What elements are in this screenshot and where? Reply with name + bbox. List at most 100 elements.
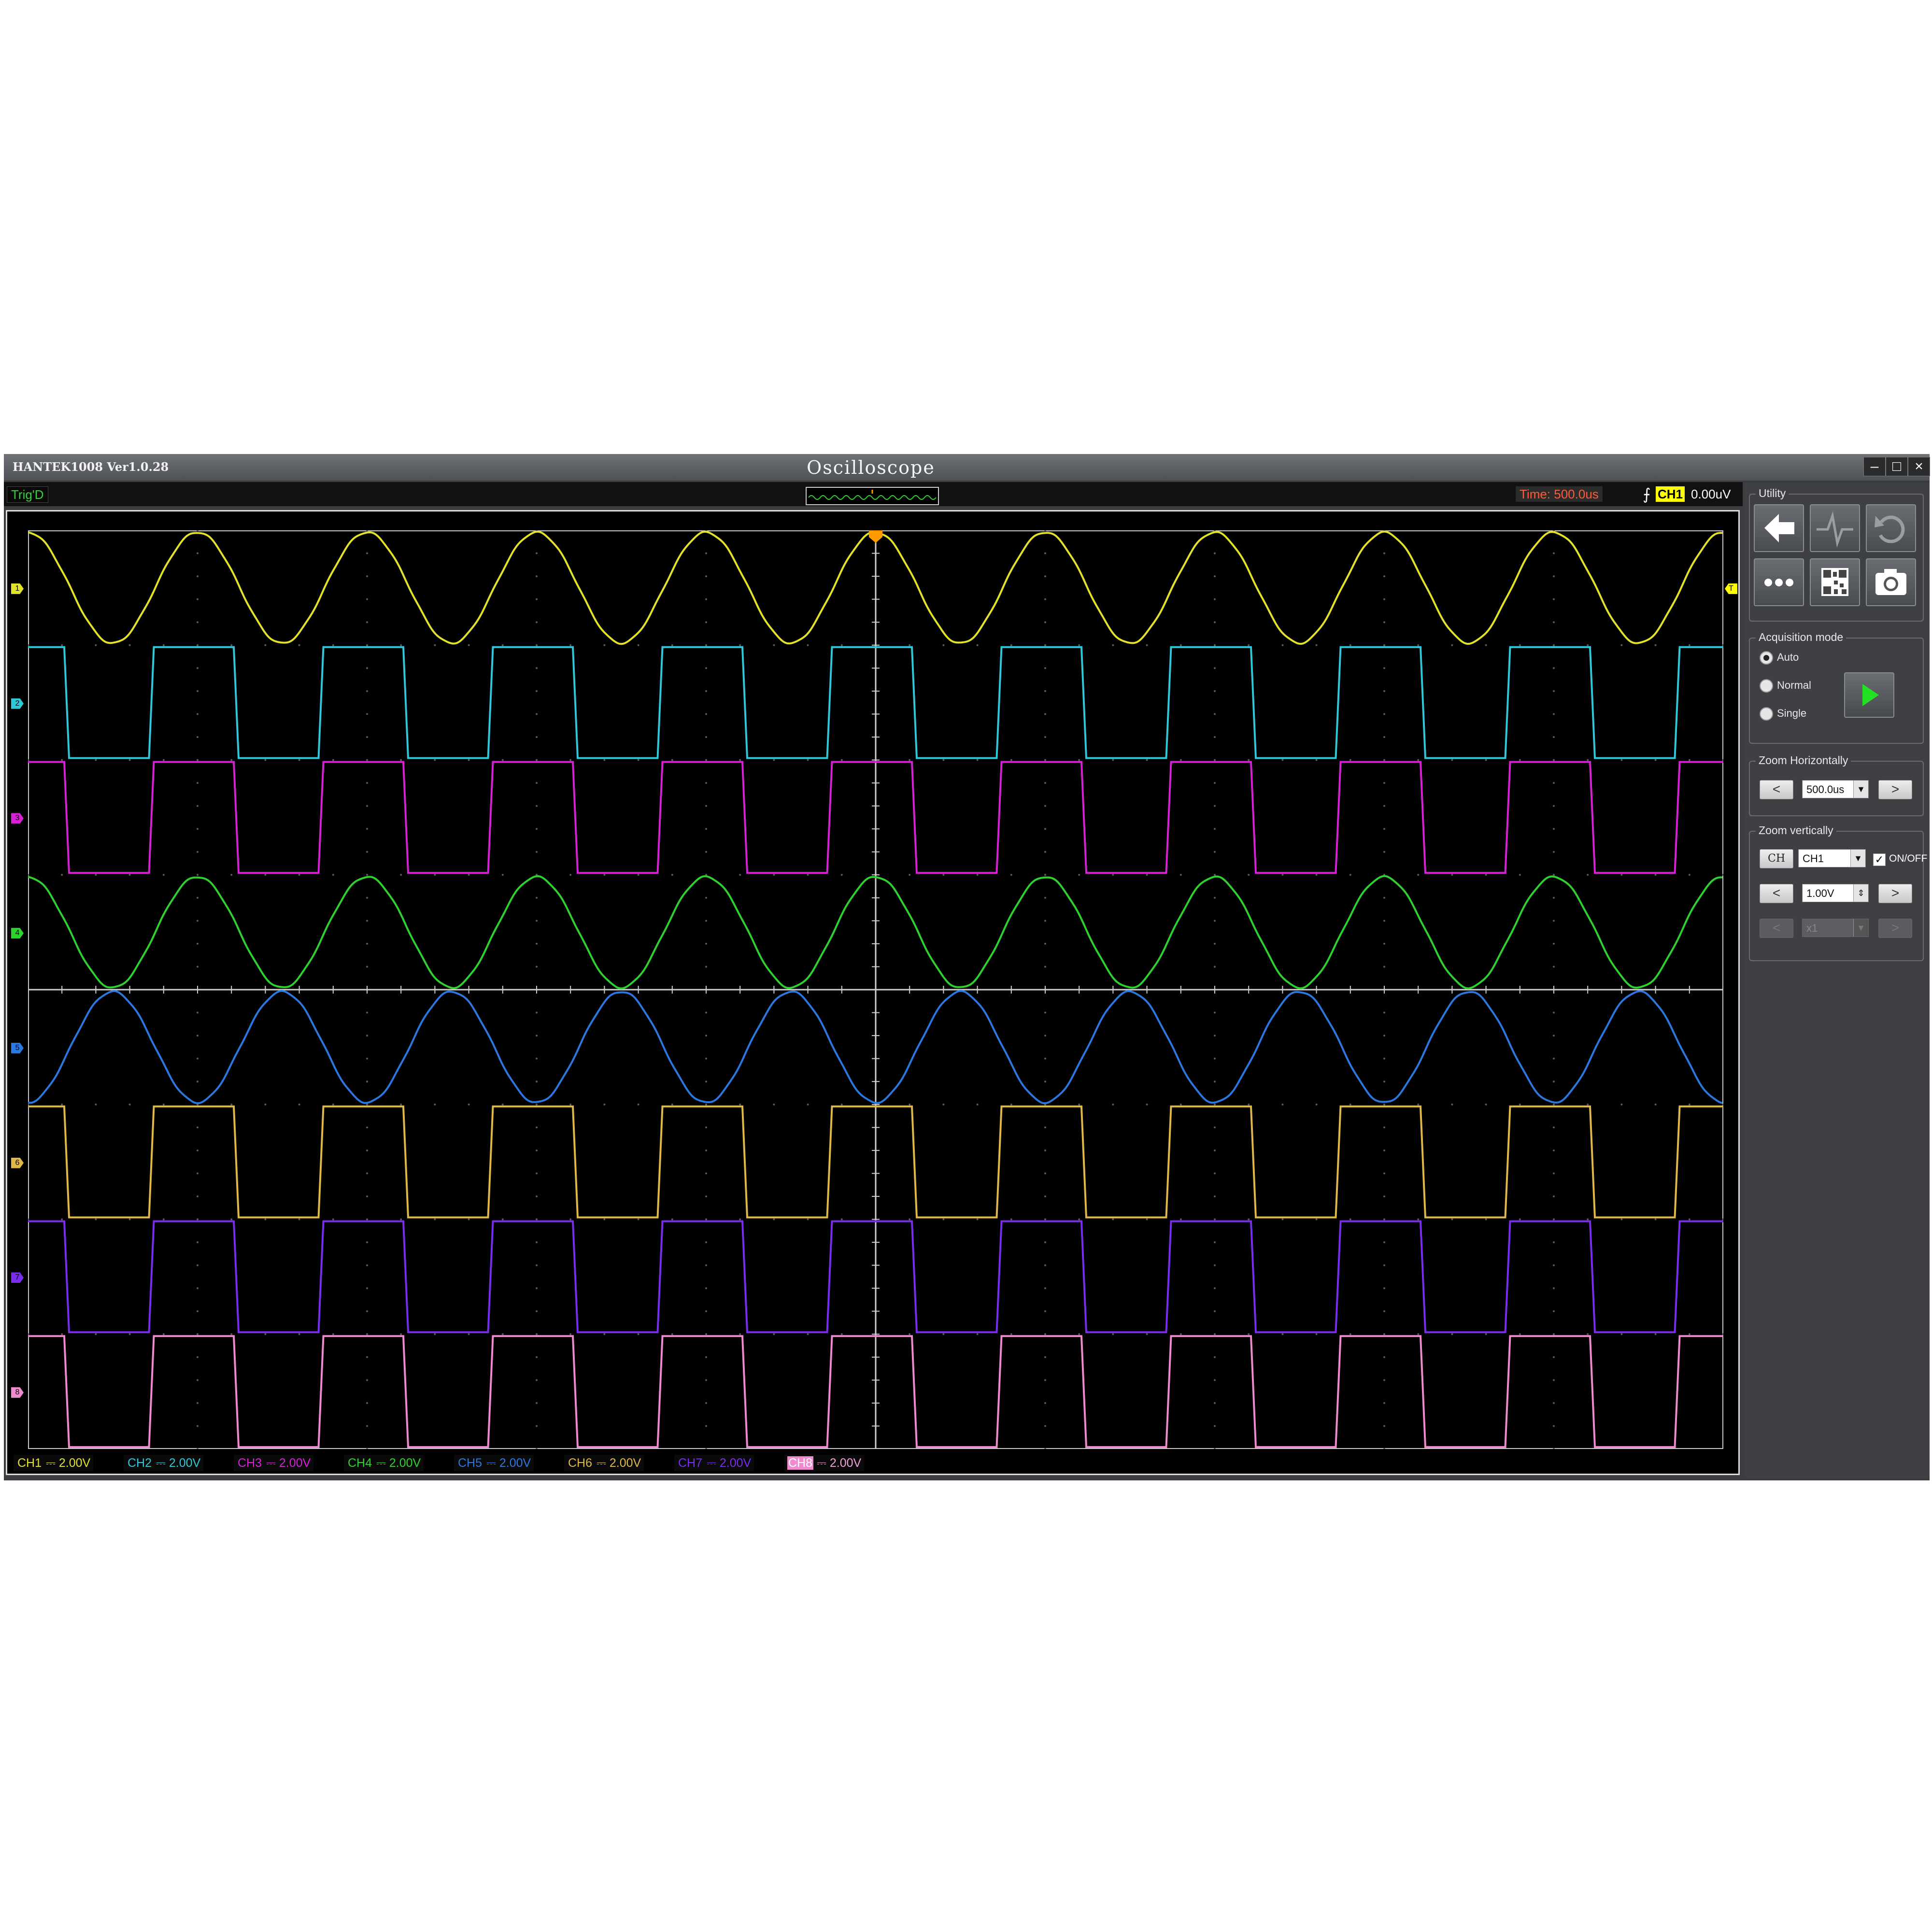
run-button[interactable] <box>1844 672 1894 718</box>
acquisition-single-label: Single <box>1777 707 1807 719</box>
channel-scale-ch4[interactable]: CH4 ⎓ 2.00V <box>344 1455 424 1471</box>
channel-scale-ch5[interactable]: CH5 ⎓ 2.00V <box>454 1455 534 1471</box>
channel-scale-ch8[interactable]: CH8 ⎓ 2.00V <box>784 1455 865 1471</box>
acquisition-normal-label: Normal <box>1777 679 1811 691</box>
trigger-level: 0.00uV <box>1691 487 1731 501</box>
channel-scale-value: 2.00V <box>829 1456 862 1470</box>
onoff-label: ON/OFF <box>1889 853 1928 864</box>
channel-scale-value: 2.00V <box>389 1456 421 1470</box>
utility-group: Utility <box>1749 487 1924 622</box>
qr-code-button[interactable] <box>1810 558 1860 606</box>
trigger-slope-icon: ⨍ <box>1643 485 1651 503</box>
zoom-v-prev-button[interactable]: < <box>1760 884 1793 903</box>
zoom-horizontal-title: Zoom Horizontally <box>1756 754 1851 767</box>
window-title: Oscilloscope <box>807 457 935 478</box>
camera-icon <box>1875 569 1906 595</box>
channel-marker-ch8[interactable]: 8 <box>11 1387 24 1398</box>
oscilloscope-window: HANTEK1008 Ver1.0.28 Oscilloscope – □ × … <box>4 454 1930 1480</box>
probe-next-button[interactable]: > <box>1878 919 1912 938</box>
minimize-button[interactable]: – <box>1863 457 1886 476</box>
more-button[interactable] <box>1754 558 1804 606</box>
chevron-down-icon: ▼ <box>1853 919 1868 937</box>
spinner-arrows-icon: ⇕ <box>1853 884 1868 902</box>
channel-marker-ch1[interactable]: 1 <box>11 583 24 594</box>
channel-scale-ch1[interactable]: CH1 ⎓ 2.00V <box>14 1455 94 1471</box>
chevron-down-icon: ▼ <box>1853 781 1868 798</box>
back-arrow-icon <box>1764 514 1794 542</box>
onoff-checkbox[interactable]: ✓ <box>1873 853 1886 866</box>
scope-display[interactable] <box>28 530 1723 1449</box>
zoom-vertical-title: Zoom vertically <box>1756 824 1836 837</box>
dc-coupling-icon: ⎓ <box>593 1456 610 1470</box>
channel-scale-name: CH8 <box>787 1456 814 1470</box>
acquisition-normal-radio[interactable] <box>1760 679 1773 693</box>
screenshot-button[interactable] <box>1866 558 1916 606</box>
channel-scale-value: 2.00V <box>279 1456 311 1470</box>
waveform-icon <box>1817 511 1853 548</box>
channel-marker-ch2[interactable]: 2 <box>11 698 24 709</box>
title-bar: HANTEK1008 Ver1.0.28 Oscilloscope – □ × <box>4 454 1930 481</box>
timebase-value: 500.0us <box>1806 783 1845 796</box>
probe-prev-button[interactable]: < <box>1760 919 1793 938</box>
more-icon <box>1764 579 1793 586</box>
probe-value: x1 <box>1806 922 1818 934</box>
channel-scale-value: 2.00V <box>719 1456 752 1470</box>
zoom-h-next-button[interactable]: > <box>1878 780 1912 799</box>
waveform-overview[interactable] <box>806 487 939 505</box>
close-button[interactable]: × <box>1908 457 1930 476</box>
volts-per-div-value: 1.00V <box>1806 887 1834 899</box>
channel-scale-value: 2.00V <box>58 1456 91 1470</box>
dc-coupling-icon: ⎓ <box>263 1456 279 1470</box>
zoom-v-next-button[interactable]: > <box>1878 884 1912 903</box>
channel-button[interactable]: CH <box>1760 849 1793 868</box>
waveform-button[interactable] <box>1810 504 1860 552</box>
channel-scale-name: CH4 <box>348 1456 372 1470</box>
timebase-select[interactable]: 500.0us ▼ <box>1802 780 1869 798</box>
channel-marker-ch7[interactable]: 7 <box>11 1272 24 1283</box>
acquisition-single-radio[interactable] <box>1760 707 1773 721</box>
channel-scale-value: 2.00V <box>499 1456 531 1470</box>
zoom-h-prev-button[interactable]: < <box>1760 780 1793 799</box>
channel-scale-value: 2.00V <box>169 1456 201 1470</box>
acquisition-auto-label: Auto <box>1777 651 1799 663</box>
channel-scale-ch3[interactable]: CH3 ⎓ 2.00V <box>234 1455 314 1471</box>
channel-scale-ch2[interactable]: CH2 ⎓ 2.00V <box>124 1455 204 1471</box>
trigger-level-marker[interactable]: T <box>1725 583 1737 594</box>
channel-scale-name: CH3 <box>238 1456 262 1470</box>
channel-scale-name: CH5 <box>458 1456 483 1470</box>
trigger-channel: CH1 <box>1656 486 1685 502</box>
channel-select-value: CH1 <box>1803 852 1824 865</box>
dc-coupling-icon: ⎓ <box>43 1456 59 1470</box>
qr-code-icon <box>1821 568 1848 596</box>
channel-marker-ch5[interactable]: 5 <box>11 1042 24 1053</box>
channel-scale-ch6[interactable]: CH6 ⎓ 2.00V <box>564 1455 644 1471</box>
channel-marker-ch4[interactable]: 4 <box>11 928 24 939</box>
control-panel: Utility Acquisition mode Auto Normal Sin… <box>1745 483 1930 1478</box>
dc-coupling-icon: ⎓ <box>483 1456 499 1470</box>
volts-per-div-spinner[interactable]: 1.00V ⇕ <box>1802 884 1869 902</box>
probe-select[interactable]: x1 ▼ <box>1802 919 1869 937</box>
dc-coupling-icon: ⎓ <box>153 1456 169 1470</box>
trigger-status: Trig'D <box>7 486 48 503</box>
channel-scale-name: CH1 <box>17 1456 42 1470</box>
channel-marker-ch3[interactable]: 3 <box>11 813 24 824</box>
channel-scale-bar: CH1 ⎓ 2.00V CH2 ⎓ 2.00V CH3 ⎓ 2.00V CH4 ⎓ 2… <box>14 1454 1743 1473</box>
channel-marker-ch6[interactable]: 6 <box>11 1157 24 1168</box>
chevron-down-icon: ▼ <box>1850 850 1865 867</box>
channel-scale-ch7[interactable]: CH7 ⎓ 2.00V <box>674 1455 754 1471</box>
maximize-button[interactable]: □ <box>1886 457 1908 476</box>
channel-scale-name: CH7 <box>678 1456 703 1470</box>
zoom-horizontal-group: Zoom Horizontally < 500.0us ▼ > <box>1749 754 1924 816</box>
undo-icon <box>1875 515 1905 543</box>
channel-scale-name: CH2 <box>128 1456 152 1470</box>
utility-title: Utility <box>1756 487 1789 500</box>
dc-coupling-icon: ⎓ <box>373 1456 389 1470</box>
dc-coupling-icon: ⎓ <box>703 1456 720 1470</box>
back-button[interactable] <box>1754 504 1804 552</box>
acquisition-auto-radio[interactable] <box>1760 651 1773 665</box>
zoom-vertical-group: Zoom vertically CH CH1 ▼ ✓ ON/OFF < 1.00… <box>1749 824 1928 961</box>
undo-button[interactable] <box>1866 504 1916 552</box>
channel-select[interactable]: CH1 ▼ <box>1798 849 1866 867</box>
acquisition-title: Acquisition mode <box>1756 631 1847 644</box>
play-icon <box>1862 684 1879 706</box>
